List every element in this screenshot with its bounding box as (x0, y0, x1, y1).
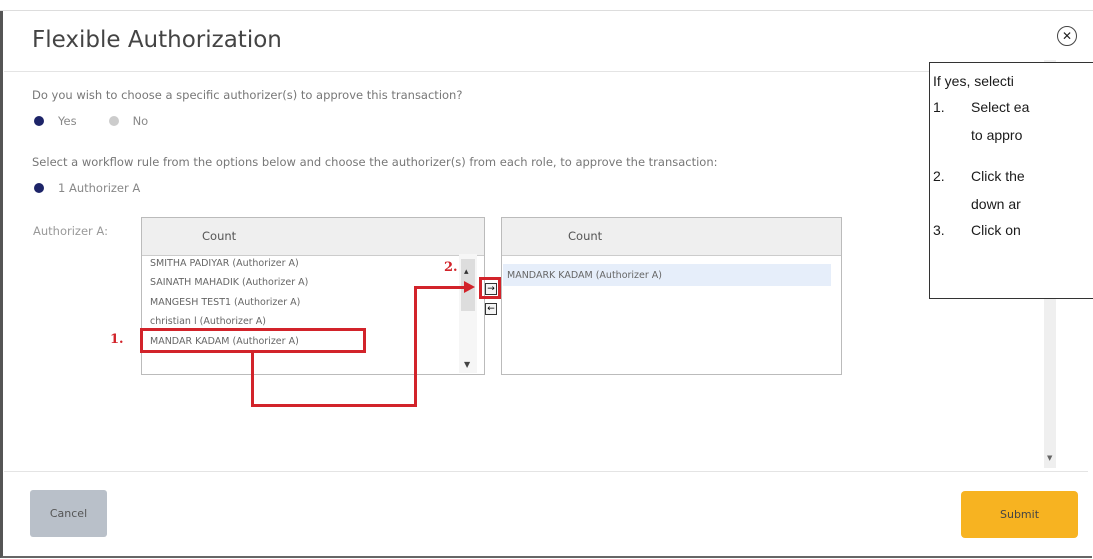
radio-rule[interactable] (34, 183, 44, 193)
list-item[interactable]: MANGESH TEST1 (Authorizer A) (150, 297, 300, 308)
callout-step2-cont: down ar (971, 196, 1021, 212)
question-specific-authorizer: Do you wish to choose a specific authori… (32, 88, 463, 102)
callout-step1-text: Select ea (971, 99, 1030, 115)
step2-arrow-tick: ▴ (464, 267, 469, 277)
footer-divider (4, 471, 1088, 472)
workflow-rule-option: 1 Authorizer A (34, 181, 140, 195)
annotation-arrowhead (464, 281, 475, 293)
step2-highlight-box (479, 277, 501, 299)
list-item[interactable]: christian l (Authorizer A) (150, 316, 266, 327)
callout-intro: If yes, selecti (933, 73, 1014, 89)
step1-label: 1. (110, 332, 124, 347)
selected-list-header: Count (502, 218, 841, 256)
selected-authorizers-list[interactable]: Count (501, 217, 842, 375)
cancel-button[interactable]: Cancel (30, 490, 107, 537)
yes-no-radio-group: Yes No (34, 114, 148, 128)
list-item[interactable]: SMITHA PADIYAR (Authorizer A) (150, 258, 299, 269)
radio-no-label: No (132, 114, 149, 128)
arrow-left-icon[interactable]: ← (485, 303, 497, 315)
close-icon[interactable]: ✕ (1057, 26, 1077, 46)
question-workflow-rule: Select a workflow rule from the options … (32, 155, 718, 169)
radio-yes-label: Yes (58, 114, 77, 128)
instruction-callout: If yes, selecti 1. Select ea to appro 2.… (929, 62, 1093, 299)
scroll-down-icon[interactable]: ▼ (464, 360, 470, 369)
annotation-connector (414, 286, 466, 289)
callout-step2-text: Click the (971, 168, 1025, 184)
annotation-connector (251, 404, 417, 407)
submit-button[interactable]: Submit (961, 491, 1078, 538)
annotation-connector (251, 352, 254, 407)
dialog-title: Flexible Authorization (32, 27, 282, 53)
callout-step3-text: Click on (971, 222, 1021, 238)
background-strip (0, 0, 1093, 11)
callout-step1-cont: to appro (971, 127, 1023, 143)
scroll-down-icon[interactable]: ▼ (1047, 454, 1052, 462)
callout-step1-num: 1. (933, 99, 945, 115)
rule-label: 1 Authorizer A (58, 181, 141, 195)
callout-step3-num: 3. (933, 222, 945, 238)
callout-step2-num: 2. (933, 168, 945, 184)
step2-label: 2. (444, 260, 458, 275)
radio-yes[interactable] (34, 116, 44, 126)
step1-highlight-box (140, 328, 366, 353)
radio-no[interactable] (108, 116, 119, 126)
authorizer-a-label: Authorizer A: (33, 224, 108, 238)
list-item[interactable]: SAINATH MAHADIK (Authorizer A) (150, 277, 308, 288)
annotation-connector (414, 286, 417, 407)
selected-list-item[interactable]: MANDARK KADAM (Authorizer A) (507, 270, 662, 281)
header-divider (4, 71, 1088, 72)
available-list-header: Count (142, 218, 484, 256)
